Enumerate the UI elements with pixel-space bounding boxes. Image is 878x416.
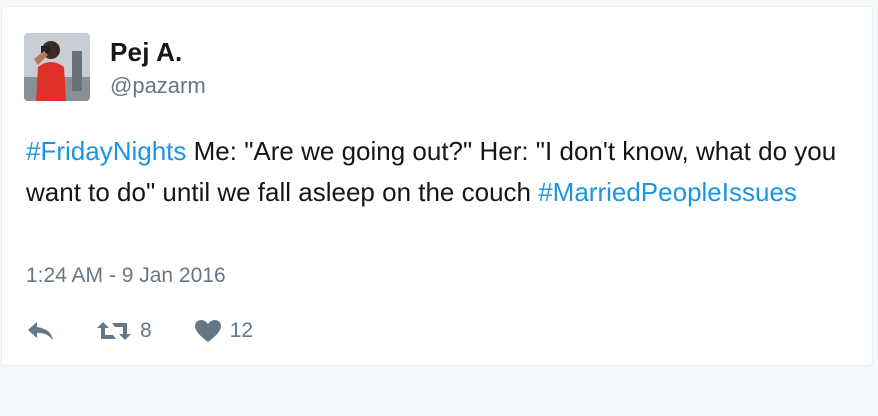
- hashtag-fridaynights[interactable]: #FridayNights: [26, 136, 186, 166]
- reply-arrow-icon: [28, 322, 53, 340]
- tweet-timestamp[interactable]: 1:24 AM - 9 Jan 2016: [26, 264, 226, 288]
- tweet-actions: 8 12: [26, 316, 253, 346]
- avatar-photo: [24, 33, 90, 101]
- reply-button[interactable]: [26, 319, 56, 343]
- heart-icon: [194, 320, 221, 342]
- retweet-count: 8: [140, 319, 152, 342]
- avatar[interactable]: [24, 33, 90, 101]
- author-name[interactable]: Pej A.: [110, 37, 182, 68]
- hashtag-marriedpeopleissues[interactable]: #MarriedPeopleIssues: [538, 177, 797, 207]
- retweet-icon: [97, 322, 131, 340]
- retweet-button[interactable]: 8: [96, 319, 152, 343]
- author-handle[interactable]: @pazarm: [110, 73, 206, 99]
- like-count: 12: [229, 319, 254, 342]
- tweet-text: #FridayNights Me: "Are we going out?" He…: [26, 131, 856, 213]
- tweet-card: Pej A. @pazarm #FridayNights Me: "Are we…: [1, 6, 873, 366]
- like-button[interactable]: 12: [194, 319, 253, 343]
